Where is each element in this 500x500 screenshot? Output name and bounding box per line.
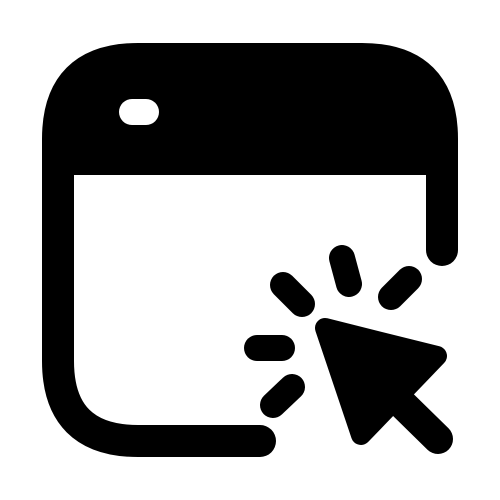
icon-canvas — [0, 0, 500, 500]
burst-line-top-left — [270, 272, 315, 317]
mouse-pointer-icon — [315, 318, 453, 454]
window-dot-icon — [119, 99, 159, 125]
burst-line-bottom-left — [260, 374, 305, 418]
window-title-bar — [58, 59, 442, 175]
burst-line-top-right — [378, 266, 422, 310]
pointer-tail — [375, 377, 453, 454]
browser-window-click-icon — [42, 43, 458, 457]
burst-line-top — [329, 245, 362, 297]
